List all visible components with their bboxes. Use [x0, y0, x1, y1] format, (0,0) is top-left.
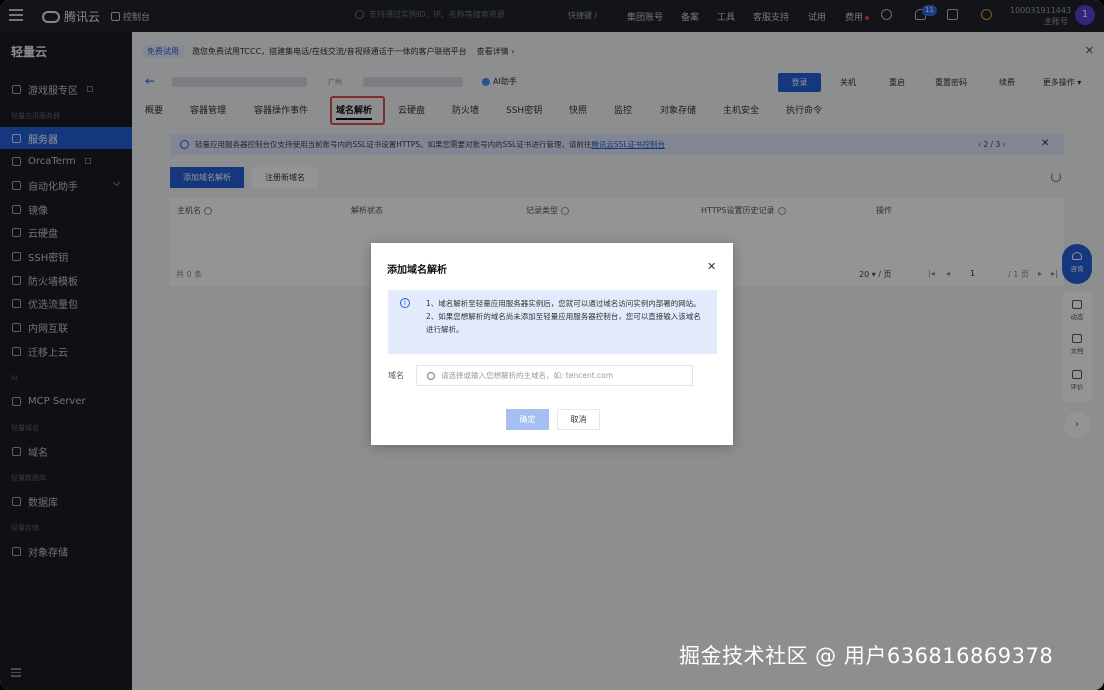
confirm-button[interactable]: 确定	[506, 409, 549, 430]
domain-field-label: 域名	[388, 371, 404, 380]
add-domain-resolution-dialog: 添加域名解析 ✕ i 1、域名解析至轻量应用服务器实例后，您就可以通过域名访问实…	[371, 243, 733, 445]
app-window: 腾讯云 控制台 支持通过实例ID、IP、名称等搜索资源 快捷键 / 集团账号 备…	[0, 0, 1104, 690]
note-line-2: 2、如果您想解析的域名尚未添加至轻量应用服务器控制台，您可以直接输入该域名进行解…	[426, 312, 701, 334]
cancel-button[interactable]: 取消	[557, 409, 600, 430]
domain-select-input[interactable]: 请选择或输入您想解析的主域名，如: tencent.com	[416, 365, 693, 386]
close-icon[interactable]: ✕	[707, 260, 716, 273]
info-icon: i	[400, 298, 410, 308]
domain-placeholder: 请选择或输入您想解析的主域名，如: tencent.com	[441, 371, 614, 380]
note-line-1: 1、域名解析至轻量应用服务器实例后，您就可以通过域名访问实例内部署的网站。	[426, 299, 701, 308]
dialog-title: 添加域名解析	[387, 265, 447, 276]
search-icon	[427, 371, 435, 380]
dialog-info-note: i 1、域名解析至轻量应用服务器实例后，您就可以通过域名访问实例内部署的网站。 …	[388, 290, 717, 354]
watermark: 掘金技术社区 @ 用户636816869378	[679, 644, 1054, 668]
